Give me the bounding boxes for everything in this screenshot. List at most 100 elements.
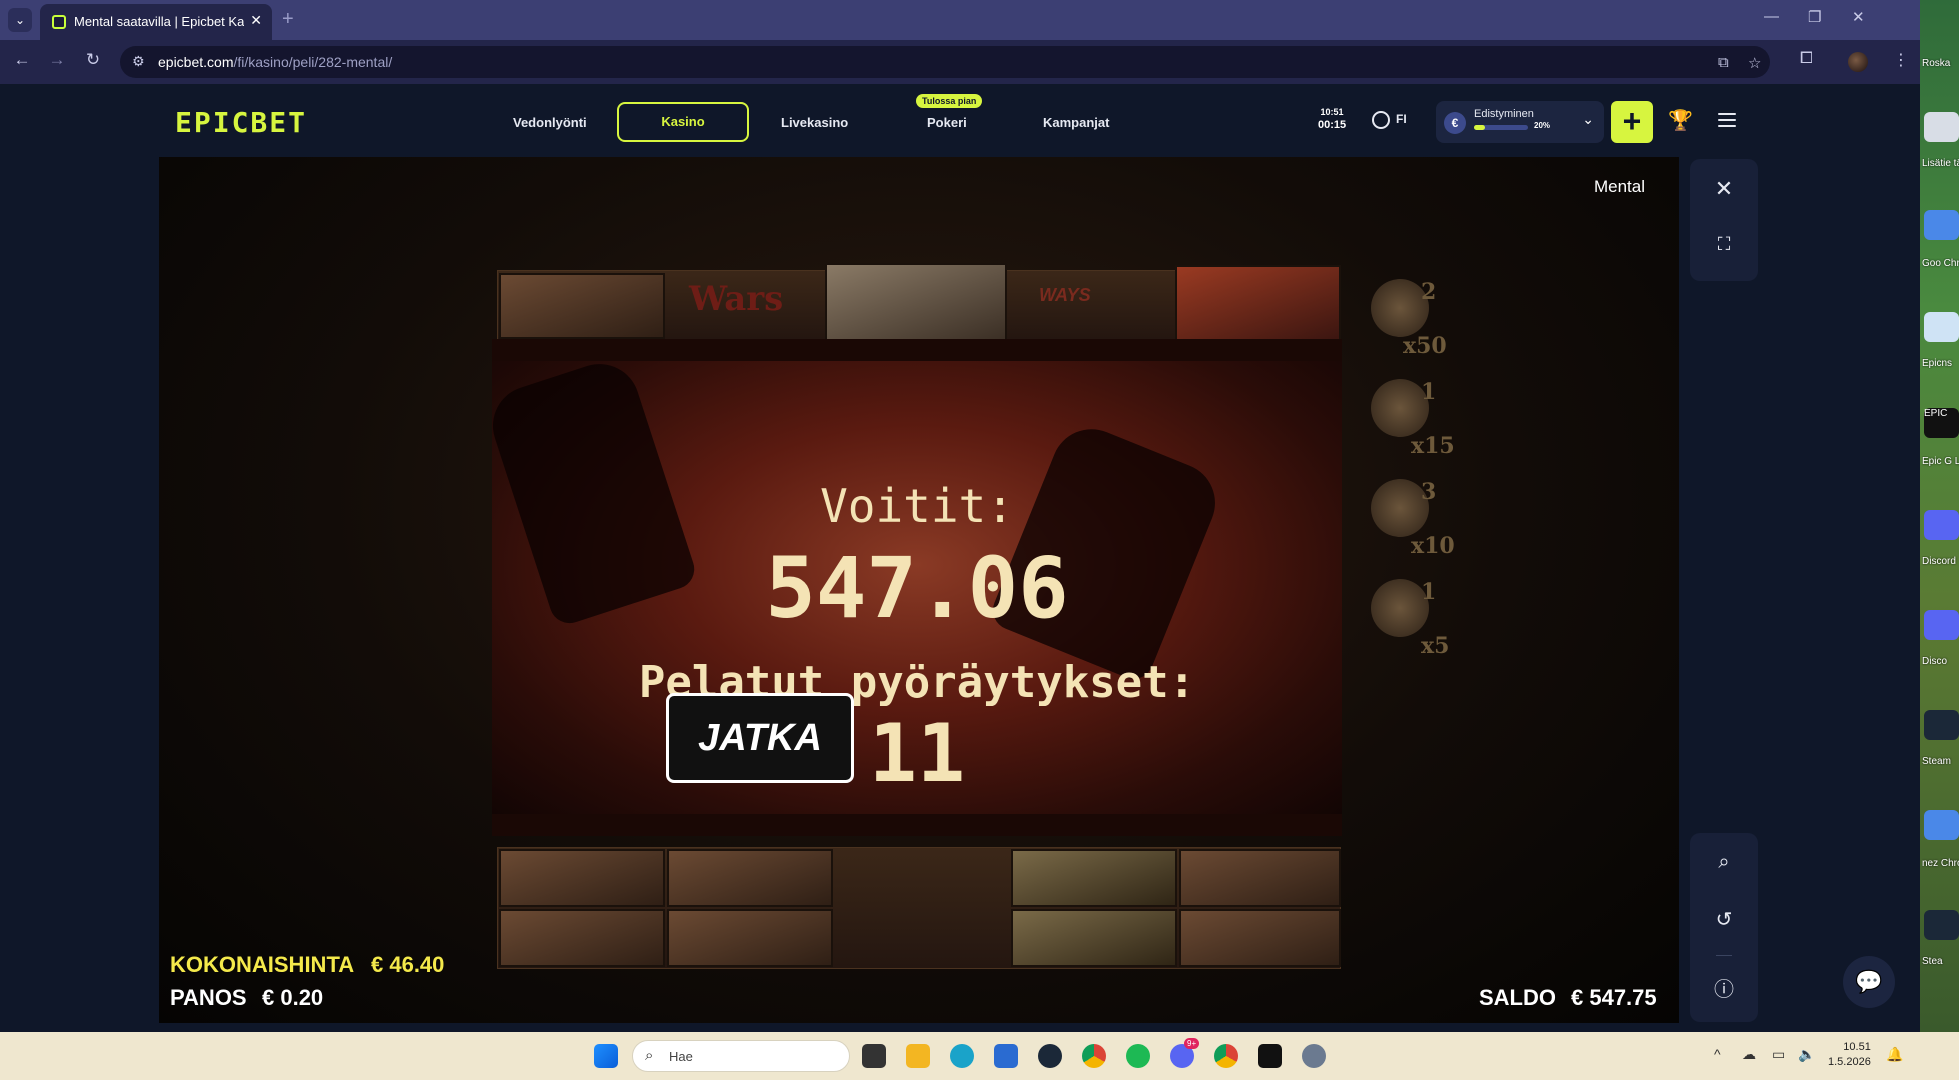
network-icon[interactable]: ▭ xyxy=(1772,1046,1785,1063)
hamburger-menu-icon[interactable] xyxy=(1718,113,1736,131)
tab-search-menu-button[interactable]: ⌄ xyxy=(8,8,32,32)
win-amount: 547.06 xyxy=(765,539,1069,637)
desktop-icon-label[interactable]: Discord xyxy=(1922,556,1959,567)
store-icon[interactable] xyxy=(994,1044,1018,1068)
chevron-down-icon[interactable]: ⌄ xyxy=(1582,111,1594,128)
reel-symbol xyxy=(499,849,665,907)
desktop-icon-label[interactable]: Epic G Laun xyxy=(1922,456,1959,467)
game-frame[interactable]: Mental Wars WAYS 2 x50 1 x15 3 x10 1 x5 … xyxy=(159,157,1679,1023)
site-favicon-icon xyxy=(52,15,66,29)
taskbar-search-placeholder: Hae xyxy=(669,1049,693,1064)
discord-icon[interactable] xyxy=(1924,510,1959,540)
task-view-icon[interactable] xyxy=(862,1044,886,1068)
browser-menu-icon[interactable]: ⋮ xyxy=(1893,50,1909,70)
install-app-icon[interactable]: ⧉ xyxy=(1718,54,1729,71)
tray-cloud-icon[interactable]: ☁ xyxy=(1742,1046,1756,1063)
chrome-icon[interactable] xyxy=(1924,210,1959,240)
steam-icon[interactable] xyxy=(1924,910,1959,940)
discord-icon[interactable] xyxy=(1924,610,1959,640)
reel-symbol xyxy=(1179,909,1341,967)
reel-symbol xyxy=(1179,849,1341,907)
chrome-icon[interactable] xyxy=(1924,810,1959,840)
multiplier-count: 2 xyxy=(1421,279,1437,305)
notifications-icon[interactable]: 🔔 xyxy=(1886,1046,1903,1063)
extensions-icon[interactable]: ⧠ xyxy=(1800,50,1813,68)
nav-sports-betting[interactable]: Vedonlyönti xyxy=(513,115,587,130)
capcut-icon[interactable] xyxy=(1258,1044,1282,1068)
balance-label: SALDO xyxy=(1479,985,1556,1010)
desktop-icon-label[interactable]: Lisätie tästä k xyxy=(1922,158,1959,169)
reel-text-wars: Wars xyxy=(689,279,784,319)
desktop-app-icon[interactable] xyxy=(1924,112,1959,142)
steam-icon[interactable] xyxy=(1038,1044,1062,1068)
chrome-icon[interactable] xyxy=(1214,1044,1238,1068)
continue-button[interactable]: JATKA xyxy=(666,693,854,783)
spotify-icon[interactable] xyxy=(1126,1044,1150,1068)
reload-icon[interactable]: ↻ xyxy=(81,50,105,70)
game-side-controls-top: ✕ ⛶ xyxy=(1690,159,1758,281)
settings-icon[interactable] xyxy=(1302,1044,1326,1068)
minimize-icon[interactable]: — xyxy=(1764,8,1779,25)
progress-bar xyxy=(1474,125,1528,130)
epicbet-logo[interactable]: EPICBET xyxy=(175,106,307,139)
steam-icon[interactable] xyxy=(1924,710,1959,740)
desktop-icon-label[interactable]: nez Chro xyxy=(1922,858,1959,869)
chrome-icon[interactable] xyxy=(1082,1044,1106,1068)
desktop-icon-label[interactable]: Epicns xyxy=(1922,358,1959,369)
taskbar-search[interactable]: ⌕ Hae xyxy=(632,1040,850,1072)
profile-avatar[interactable] xyxy=(1848,52,1868,72)
edge-icon[interactable] xyxy=(950,1044,974,1068)
nav-live-casino[interactable]: Livekasino xyxy=(781,115,848,130)
reel-symbol xyxy=(499,909,665,967)
windows-start-icon[interactable] xyxy=(594,1044,618,1068)
desktop-app-icon[interactable] xyxy=(1924,312,1959,342)
forward-icon[interactable]: → xyxy=(45,50,69,70)
game-title: Mental xyxy=(1593,177,1645,196)
language-selector[interactable]: FI xyxy=(1372,111,1407,129)
restore-icon[interactable]: ❐ xyxy=(1808,8,1821,26)
desktop-icon-label[interactable]: Disco xyxy=(1922,656,1959,667)
desktop-icon-label[interactable]: Goo Chro xyxy=(1922,258,1959,269)
desktop-icon-label[interactable]: Roska xyxy=(1922,58,1959,69)
browser-toolbar: ← → ↻ ⚙ epicbet.com/fi/kasino/peli/282-m… xyxy=(0,40,1920,84)
site-info-icon[interactable]: ⚙ xyxy=(132,53,145,70)
epic-games-icon[interactable]: EPIC xyxy=(1924,408,1959,438)
reel-symbol-face xyxy=(825,263,1007,343)
file-explorer-icon[interactable] xyxy=(906,1044,930,1068)
multiplier-value: x10 xyxy=(1411,533,1455,559)
close-game-icon[interactable]: ✕ xyxy=(1690,176,1758,202)
spins-label: Pelatut pyöräytykset: xyxy=(638,657,1196,708)
reel-symbol xyxy=(499,273,665,339)
search-icon[interactable]: ⌕ xyxy=(1690,851,1758,874)
nav-promotions[interactable]: Kampanjat xyxy=(1043,115,1109,130)
progress-widget[interactable]: € Edistyminen 20% ⌄ xyxy=(1436,101,1604,143)
desktop-icon-label[interactable]: Steam xyxy=(1922,756,1959,767)
desktop-icon-label[interactable]: Stea xyxy=(1922,956,1959,967)
new-tab-button[interactable]: + xyxy=(282,8,294,31)
nav-casino[interactable]: Kasino xyxy=(617,102,749,142)
window-close-icon[interactable]: ✕ xyxy=(1852,8,1865,26)
discord-badge: 9+ xyxy=(1184,1038,1200,1049)
deposit-plus-button[interactable]: + xyxy=(1611,101,1653,143)
trophy-icon[interactable]: 🏆 xyxy=(1668,108,1693,133)
browser-tab-active[interactable]: Mental saatavilla | Epicbet Kasino ✕ xyxy=(40,4,272,40)
tab-close-icon[interactable]: ✕ xyxy=(250,12,262,29)
nav-poker[interactable]: Pokeri xyxy=(927,115,967,130)
bookmark-star-icon[interactable]: ☆ xyxy=(1748,54,1761,72)
history-icon[interactable]: ↺ xyxy=(1690,907,1758,932)
info-icon[interactable]: ⓘ xyxy=(1690,973,1758,1002)
back-icon[interactable]: ← xyxy=(10,50,34,70)
fullscreen-icon[interactable]: ⛶ xyxy=(1690,234,1758,255)
reel-symbol-face xyxy=(1175,265,1341,343)
system-clock[interactable]: 10.51 1.5.2026 xyxy=(1828,1040,1871,1070)
address-bar[interactable]: ⚙ epicbet.com/fi/kasino/peli/282-mental/… xyxy=(120,46,1770,78)
reel-symbol xyxy=(667,909,833,967)
chat-support-icon[interactable]: 💬 xyxy=(1843,956,1895,1008)
total-cost-label: KOKONAISHINTA xyxy=(170,952,355,977)
url-text[interactable]: epicbet.com/fi/kasino/peli/282-mental/ xyxy=(158,54,392,70)
volume-icon[interactable]: 🔈 xyxy=(1798,1046,1815,1063)
tray-chevron-icon[interactable]: ^ xyxy=(1714,1046,1721,1062)
multiplier-count: 3 xyxy=(1421,479,1437,505)
win-label: Voitit: xyxy=(820,479,1014,533)
progress-bar-fill xyxy=(1474,125,1485,130)
